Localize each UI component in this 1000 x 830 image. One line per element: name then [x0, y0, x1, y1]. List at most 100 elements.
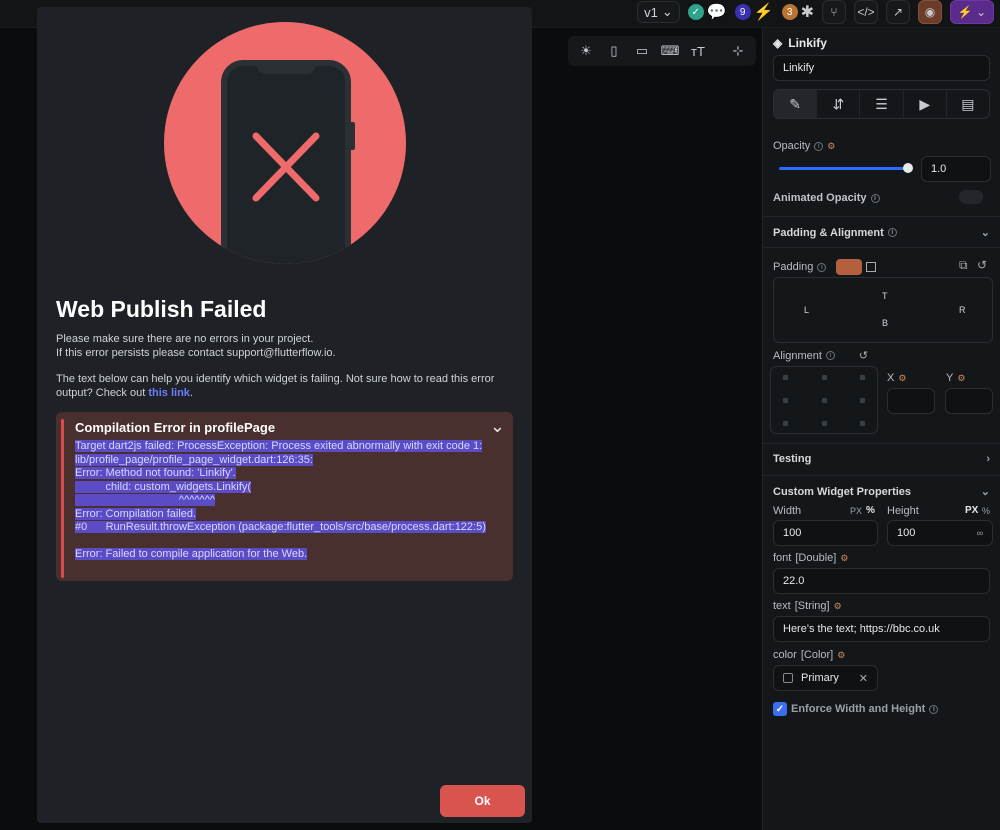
opacity-input[interactable]: 1.0 — [921, 156, 991, 182]
reset-icon[interactable]: ↺ — [977, 258, 987, 272]
alignment-y-input[interactable] — [945, 388, 993, 414]
issues-count-badge: 9 — [734, 4, 751, 20]
info-icon: i — [870, 193, 880, 203]
width-unit-percent[interactable]: % — [866, 505, 875, 516]
custom-props-header[interactable]: Custom Widget Properties ⌄ — [773, 485, 990, 499]
height-unit-px[interactable]: PX — [965, 505, 978, 516]
alignment-dot[interactable] — [783, 421, 788, 426]
open-external-button[interactable]: ↗ — [886, 0, 910, 24]
text-input[interactable]: Here's the text; https://bbc.co.uk — [773, 616, 990, 642]
tree-icon[interactable]: ⊹ — [726, 40, 750, 62]
opacity-slider-track[interactable] — [779, 167, 909, 170]
phone-notch — [257, 64, 315, 74]
variable-icon[interactable]: ⚙ — [827, 141, 835, 152]
diamond-icon: ◈ — [773, 36, 783, 50]
alignment-dot[interactable] — [822, 375, 827, 380]
variable-icon[interactable]: ⚙ — [840, 553, 848, 564]
alignment-dot[interactable] — [860, 398, 865, 403]
x-label-text: X — [887, 372, 895, 384]
status-group[interactable]: ✓ 💬 — [687, 2, 727, 22]
code-icon: </> — [857, 5, 875, 19]
close-icon[interactable]: ✕ — [859, 672, 868, 685]
variable-icon[interactable]: ⚙ — [837, 650, 845, 661]
error-illustration — [164, 22, 406, 264]
alignment-dot[interactable] — [822, 398, 827, 403]
divider — [763, 247, 1000, 248]
tablet-icon[interactable]: ▭ — [630, 40, 654, 62]
dialog-message-line: Please make sure there are no errors in … — [56, 333, 314, 345]
error-log-line: Error: Failed to compile application for… — [75, 548, 486, 562]
infinity-icon[interactable]: ∞ — [977, 528, 983, 538]
tab-properties[interactable]: ✎ — [774, 90, 818, 118]
run-button[interactable]: ⚡ ⌄ — [950, 0, 994, 24]
reset-icon[interactable]: ↺ — [859, 349, 868, 362]
width-input[interactable]: 100 — [773, 520, 878, 546]
alignment-x-input[interactable] — [887, 388, 935, 414]
font-label-text: font — [773, 552, 792, 564]
alignment-dot[interactable] — [783, 398, 788, 403]
publish-failed-dialog: Web Publish Failed Please make sure ther… — [37, 7, 532, 823]
color-picker[interactable]: Primary ✕ — [773, 665, 878, 691]
padding-bottom-label[interactable]: B — [882, 318, 888, 328]
dialog-help-line: output? Check out this link. — [56, 386, 526, 400]
phone-icon — [221, 60, 351, 264]
variable-icon[interactable]: ⚙ — [834, 601, 842, 612]
padding-top-label[interactable]: T — [882, 291, 888, 301]
padding-uniform-toggle[interactable] — [836, 259, 863, 275]
preview-button[interactable]: ◉ — [918, 0, 942, 24]
sun-icon[interactable]: ☀ — [574, 40, 598, 62]
font-input[interactable]: 22.0 — [773, 568, 990, 594]
help-text-suffix: . — [189, 387, 193, 399]
divider — [763, 475, 1000, 476]
variable-icon[interactable]: ⚙ — [898, 373, 906, 384]
testing-header[interactable]: Testing › — [773, 453, 990, 465]
tab-backend[interactable]: ☰ — [860, 90, 904, 118]
opacity-label: Opacity i ⚙ — [773, 140, 990, 152]
keyboard-icon[interactable]: ⌨ — [658, 40, 682, 62]
text-prop-label: text [String] ⚙ — [773, 600, 990, 612]
warnings-group[interactable]: 3 ✱ — [781, 2, 814, 22]
width-unit-px[interactable]: PX — [850, 506, 862, 516]
chevron-down-icon[interactable]: ⌄ — [490, 416, 505, 437]
alignment-grid[interactable] — [770, 366, 878, 434]
animated-opacity-toggle[interactable] — [959, 190, 983, 204]
alignment-dot[interactable] — [822, 421, 827, 426]
padding-left-label[interactable]: L — [804, 305, 809, 315]
opacity-slider-handle[interactable] — [903, 163, 913, 173]
version-label: v1 — [644, 4, 658, 20]
bug-icon: ✱ — [800, 4, 814, 21]
code-button[interactable]: </> — [854, 0, 878, 24]
error-log-text: Error: Failed to compile application for… — [75, 548, 308, 560]
phone-icon[interactable]: ▯ — [602, 40, 626, 62]
enforce-row: ✓ Enforce Width and Height i — [773, 702, 990, 716]
tab-actions[interactable]: ⇵ — [817, 90, 861, 118]
alignment-dot[interactable] — [860, 421, 865, 426]
padding-individual-toggle[interactable] — [866, 262, 877, 272]
version-dropdown[interactable]: v1 ⌄ — [637, 1, 680, 23]
info-icon: i — [817, 262, 827, 272]
height-input[interactable]: 100 ∞ — [887, 520, 993, 546]
alignment-dot[interactable] — [783, 375, 788, 380]
issues-group[interactable]: 9 ⚡ — [734, 2, 774, 22]
help-link[interactable]: this link — [148, 387, 190, 399]
chat-icon: 💬 — [706, 4, 727, 21]
variable-icon[interactable]: ⚙ — [957, 373, 965, 384]
check-icon: ✓ — [687, 4, 704, 20]
branch-button[interactable]: ⑂ — [822, 0, 846, 24]
font-size-icon[interactable]: ᴛT — [686, 40, 710, 62]
tab-animations[interactable]: ▶ — [904, 90, 947, 118]
panel-tabs: ✎ ⇵ ☰ ▶ ▤ — [773, 89, 990, 119]
padding-alignment-header[interactable]: Padding & Alignment i ⌄ — [773, 226, 990, 240]
tab-docs[interactable]: ▤ — [947, 90, 989, 118]
padding-right-label[interactable]: R — [959, 305, 966, 315]
enforce-checkbox[interactable]: ✓ — [773, 702, 787, 716]
copy-icon[interactable]: ⧉ — [959, 258, 968, 273]
info-icon: i — [887, 228, 897, 237]
device-toolbar: ☀ ▯ ▭ ⌨ ᴛT ⊹ — [568, 36, 756, 66]
error-log-text — [75, 535, 78, 547]
height-unit-percent[interactable]: % — [982, 506, 990, 516]
widget-name-input[interactable]: Linkify — [773, 55, 990, 81]
ok-button[interactable]: Ok — [440, 785, 525, 817]
alignment-dot[interactable] — [860, 375, 865, 380]
toolbar-right-group: v1 ⌄ ✓ 💬 9 ⚡ 3 ✱ ⑂ </> ↗ ◉ ⚡ ⌄ — [637, 0, 994, 24]
